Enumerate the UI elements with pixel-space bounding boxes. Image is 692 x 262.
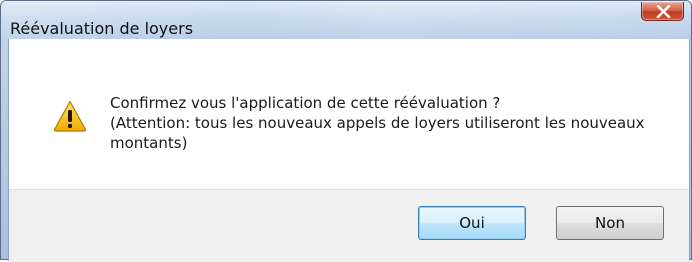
message-line-1: Confirmez vous l'application de cette ré… xyxy=(110,94,501,112)
close-icon xyxy=(656,5,671,18)
message-line-2: (Attention: tous les nouveaux appels de … xyxy=(110,114,645,132)
no-button[interactable]: Non xyxy=(556,206,664,240)
message-line-3: montants) xyxy=(110,134,188,152)
dialog-window: Réévaluation de loyers Confirmez vous l'… xyxy=(0,0,692,262)
yes-button[interactable]: Oui xyxy=(418,206,526,240)
close-button[interactable] xyxy=(641,2,684,21)
dialog-title: Réévaluation de loyers xyxy=(10,19,194,38)
title-bar[interactable]: Réévaluation de loyers xyxy=(1,1,691,39)
warning-icon xyxy=(53,100,87,132)
